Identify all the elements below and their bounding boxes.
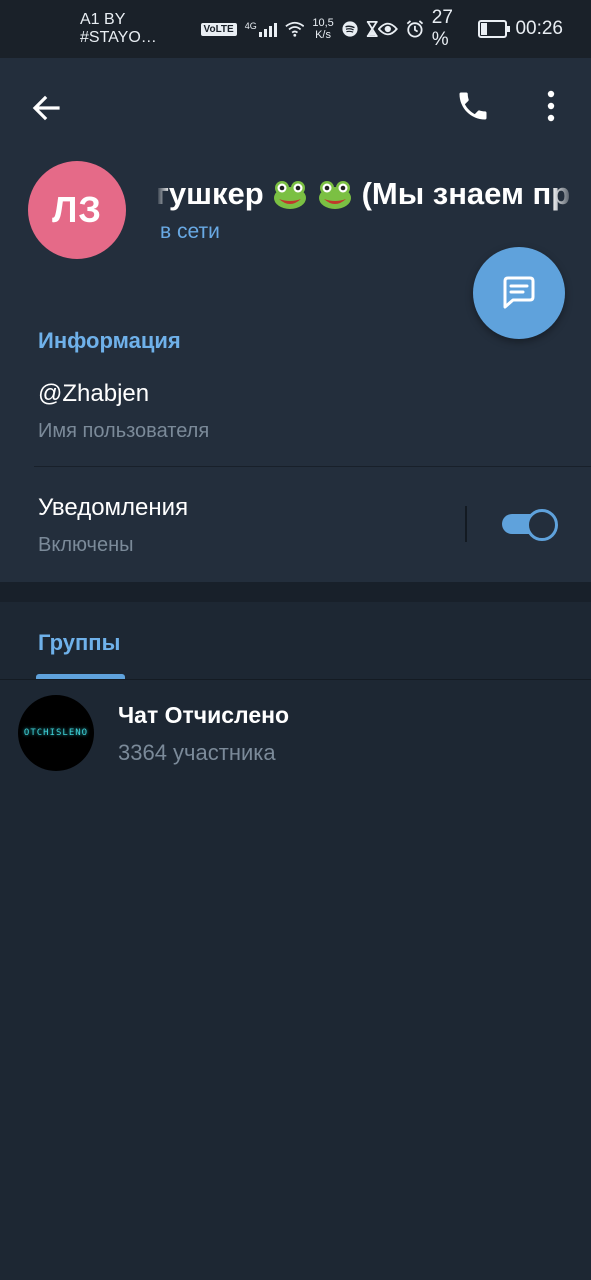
- battery-icon: [478, 20, 511, 38]
- info-section-title: Информация: [38, 328, 181, 353]
- group-members: 3364 участника: [118, 740, 276, 765]
- section-gap: [0, 582, 591, 602]
- info-section: Информация @Zhabjen Имя пользователя Уве…: [0, 296, 591, 582]
- notifications-state: Включены: [38, 534, 134, 556]
- battery-fill: [481, 23, 488, 35]
- battery-percent: 27 %: [431, 7, 453, 50]
- eye-icon: [378, 22, 398, 36]
- username-caption: Имя пользователя: [38, 420, 210, 442]
- name-text-start: гушкер: [156, 176, 264, 211]
- vertical-divider: [465, 506, 467, 542]
- phone-icon[interactable]: [455, 88, 491, 124]
- speed-unit: K/s: [315, 29, 331, 41]
- speed-value: 10,5: [312, 17, 334, 29]
- group-avatar-logo: OTCHISLENO: [23, 728, 89, 738]
- clock: 00:26: [515, 18, 563, 39]
- frog-emoji-icon: [274, 181, 307, 209]
- spotify-icon: [342, 21, 358, 37]
- carrier-name: A1 BY #STAYO…: [80, 11, 157, 46]
- name-text-end: (Мы знаем пр: [361, 176, 571, 211]
- online-status: в сети: [160, 220, 220, 243]
- groups-tab-bar: Группы: [0, 602, 591, 680]
- back-arrow-icon[interactable]: [30, 92, 62, 124]
- signal-icon: 4G: [245, 21, 277, 37]
- volte-badge: VoLTE: [200, 22, 237, 36]
- avatar[interactable]: ЛЗ: [28, 161, 126, 259]
- tab-groups[interactable]: Группы: [38, 630, 120, 656]
- chat-bubble-icon: [503, 276, 535, 309]
- divider: [34, 466, 591, 467]
- profile-name: гушкер (Мы знаем пр: [156, 176, 576, 216]
- notifications-label: Уведомления: [38, 494, 189, 521]
- hourglass-icon: [366, 20, 378, 38]
- username-value: @Zhabjen: [38, 380, 150, 407]
- list-item[interactable]: OTCHISLENO Чат Отчислено 3364 участника: [0, 680, 591, 780]
- group-name: Чат Отчислено: [118, 702, 290, 728]
- status-bar: A1 BY #STAYO… VoLTE 4G 10,5 K/s 27 % 00:…: [0, 0, 591, 58]
- wifi-icon: [285, 21, 305, 37]
- notifications-toggle[interactable]: [500, 508, 558, 541]
- toggle-knob: [526, 509, 558, 541]
- more-vertical-icon[interactable]: [540, 88, 562, 124]
- message-button[interactable]: [473, 247, 565, 339]
- frog-emoji-icon: [318, 181, 351, 209]
- alarm-icon: [406, 20, 424, 38]
- network-speed: 10,5 K/s: [312, 17, 333, 41]
- group-avatar: OTCHISLENO: [18, 695, 94, 771]
- network-type: 4G: [244, 21, 257, 31]
